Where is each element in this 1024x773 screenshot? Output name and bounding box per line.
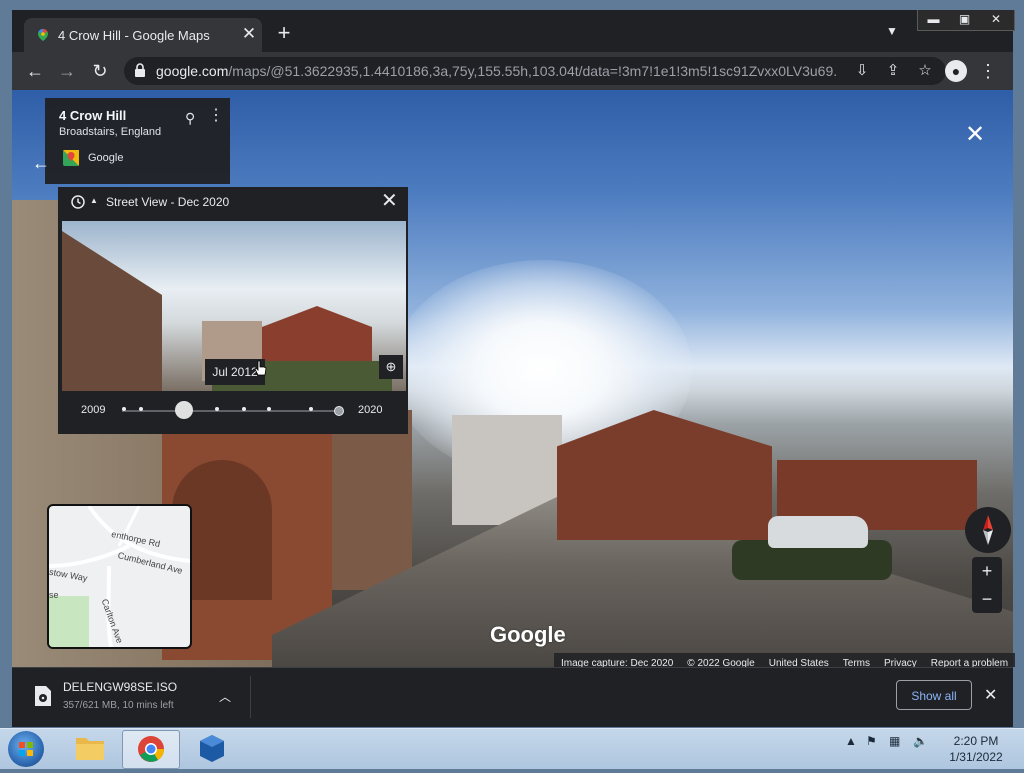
parked-car: [768, 516, 868, 548]
credits-bar: Image capture: Dec 2020 © 2022 Google Unit…: [554, 653, 1016, 669]
windows-logo-icon: [19, 742, 33, 756]
network-icon[interactable]: ▦: [889, 734, 900, 748]
preview-left-building: [62, 231, 162, 391]
zoom-controls: + −: [972, 557, 1002, 613]
tab-close-icon[interactable]: ✕: [240, 25, 258, 43]
more-vert-icon[interactable]: ⋮: [208, 108, 224, 124]
time-travel-panel: ▲ Street View - Dec 2020 ✕ Jul 2012 ⊕ 20…: [58, 187, 408, 434]
chrome-icon: [138, 736, 165, 762]
window-controls: ▬ ▣ ✕: [917, 10, 1015, 31]
url-host: google.com: [156, 63, 229, 79]
folder-icon: [76, 738, 104, 760]
volume-muted-icon[interactable]: 🔈: [913, 734, 928, 748]
timeline-dot[interactable]: [267, 407, 271, 411]
forward-arrow-icon[interactable]: →: [56, 60, 78, 82]
virtualbox-icon: [200, 735, 224, 762]
download-shelf: DELENGW98SE.ISO 357/621 MB, 10 mins left…: [12, 667, 1013, 727]
time-travel-title: Street View - Dec 2020: [106, 195, 230, 209]
url-text[interactable]: google.com/maps/@51.3622935,1.4410186,3a…: [156, 63, 836, 79]
map-pin-icon[interactable]: ⚲: [185, 110, 195, 127]
close-download-shelf-icon[interactable]: ✕: [984, 685, 997, 705]
clock-time: 2:20 PM: [953, 734, 999, 748]
taskbar-chrome[interactable]: [122, 730, 180, 769]
download-separator: [250, 676, 251, 718]
clock-date: 1/31/2022: [949, 750, 1003, 764]
zoom-in-icon[interactable]: +: [972, 557, 1002, 585]
image-source-label: Google: [88, 152, 124, 164]
year-end-label: 2020: [358, 404, 383, 416]
file-icon: [35, 686, 51, 706]
zoom-out-icon[interactable]: −: [972, 585, 1002, 613]
download-menu-chevron-icon[interactable]: ︿: [219, 688, 231, 705]
timeline-dot[interactable]: [122, 407, 126, 411]
timeline-dot[interactable]: [139, 407, 143, 411]
year-start-label: 2009: [81, 404, 106, 416]
bookmark-star-icon[interactable]: ☆: [915, 61, 935, 81]
minimize-icon[interactable]: ▬: [918, 10, 949, 30]
timeline-dot[interactable]: [242, 407, 246, 411]
google-maps-favicon-icon: [38, 29, 48, 41]
back-arrow-icon[interactable]: ←: [24, 60, 46, 82]
browser-toolbar: ← → ↻ google.com/maps/@51.3622935,1.4410…: [12, 52, 1013, 90]
hand-cursor-icon: [254, 360, 267, 376]
back-to-map-icon[interactable]: ←: [32, 153, 50, 174]
place-info-card: 4 Crow Hill Broadstairs, England ⚲ ⋮ Goo…: [45, 98, 230, 184]
taskbar-virtualbox[interactable]: [184, 730, 240, 767]
download-file-name[interactable]: DELENGW98SE.ISO: [63, 680, 177, 694]
timeline-current-marker[interactable]: [334, 406, 344, 416]
share-icon[interactable]: ⇪: [883, 61, 903, 81]
window-close-icon[interactable]: ✕: [980, 10, 1012, 30]
place-name[interactable]: 4 Crow Hill: [59, 108, 126, 123]
maximize-icon[interactable]: ▣: [949, 10, 980, 30]
minimap-road-label: se: [49, 590, 59, 600]
google-maps-icon: [63, 150, 79, 166]
historic-preview-image[interactable]: Jul 2012 ⊕: [62, 221, 406, 391]
browser-window: 4 Crow Hill - Google Maps ✕ + ▼ ▬ ▣ ✕ ← → …: [12, 10, 1016, 727]
time-travel-close-icon[interactable]: ✕: [381, 191, 398, 211]
new-tab-icon[interactable]: +: [273, 22, 295, 44]
close-street-view-icon[interactable]: ✕: [965, 120, 985, 149]
download-progress-text: 357/621 MB, 10 mins left: [63, 700, 174, 711]
tab-strip: 4 Crow Hill - Google Maps ✕ + ▼ ▬ ▣ ✕: [12, 10, 1015, 52]
install-app-icon[interactable]: ⇩: [852, 61, 872, 81]
timeline-slider-handle[interactable]: [175, 401, 193, 419]
action-center-flag-icon[interactable]: ⚑: [866, 734, 877, 748]
windows-start-button[interactable]: [8, 731, 44, 767]
show-all-button[interactable]: Show all: [896, 680, 972, 710]
compass-needle-icon: [983, 515, 993, 545]
taskbar-file-explorer[interactable]: [62, 730, 118, 767]
timeline-dot[interactable]: [309, 407, 313, 411]
zoom-preview-icon[interactable]: ⊕: [379, 355, 403, 379]
place-locality: Broadstairs, England: [59, 126, 162, 138]
tab-title: 4 Crow Hill - Google Maps: [58, 28, 210, 43]
reload-icon[interactable]: ↻: [89, 60, 111, 82]
address-bar[interactable]: google.com/maps/@51.3622935,1.4410186,3a…: [124, 57, 946, 85]
lock-icon: [135, 63, 145, 77]
tray-overflow-icon[interactable]: ▲: [845, 734, 857, 748]
url-path: /maps/@51.3622935,1.4410186,3a,75y,155.5…: [228, 63, 836, 79]
google-watermark: Google: [490, 622, 566, 647]
timeline-dot[interactable]: [215, 407, 219, 411]
collapse-caret-icon[interactable]: ▲: [90, 196, 98, 205]
minimap-park: [49, 596, 89, 647]
profile-avatar-icon[interactable]: ●: [945, 60, 967, 82]
tab-google-maps[interactable]: 4 Crow Hill - Google Maps ✕: [24, 18, 262, 52]
chrome-menu-icon[interactable]: ⋮: [977, 60, 999, 82]
compass[interactable]: [965, 507, 1011, 553]
minimap[interactable]: enthorpe Rd Cumberland Ave stow Way Carl…: [47, 504, 192, 649]
history-clock-icon[interactable]: [70, 194, 86, 210]
taskbar-clock[interactable]: 2:20 PM 1/31/2022: [940, 733, 1012, 765]
tab-search-chevron-icon[interactable]: ▼: [886, 24, 898, 38]
